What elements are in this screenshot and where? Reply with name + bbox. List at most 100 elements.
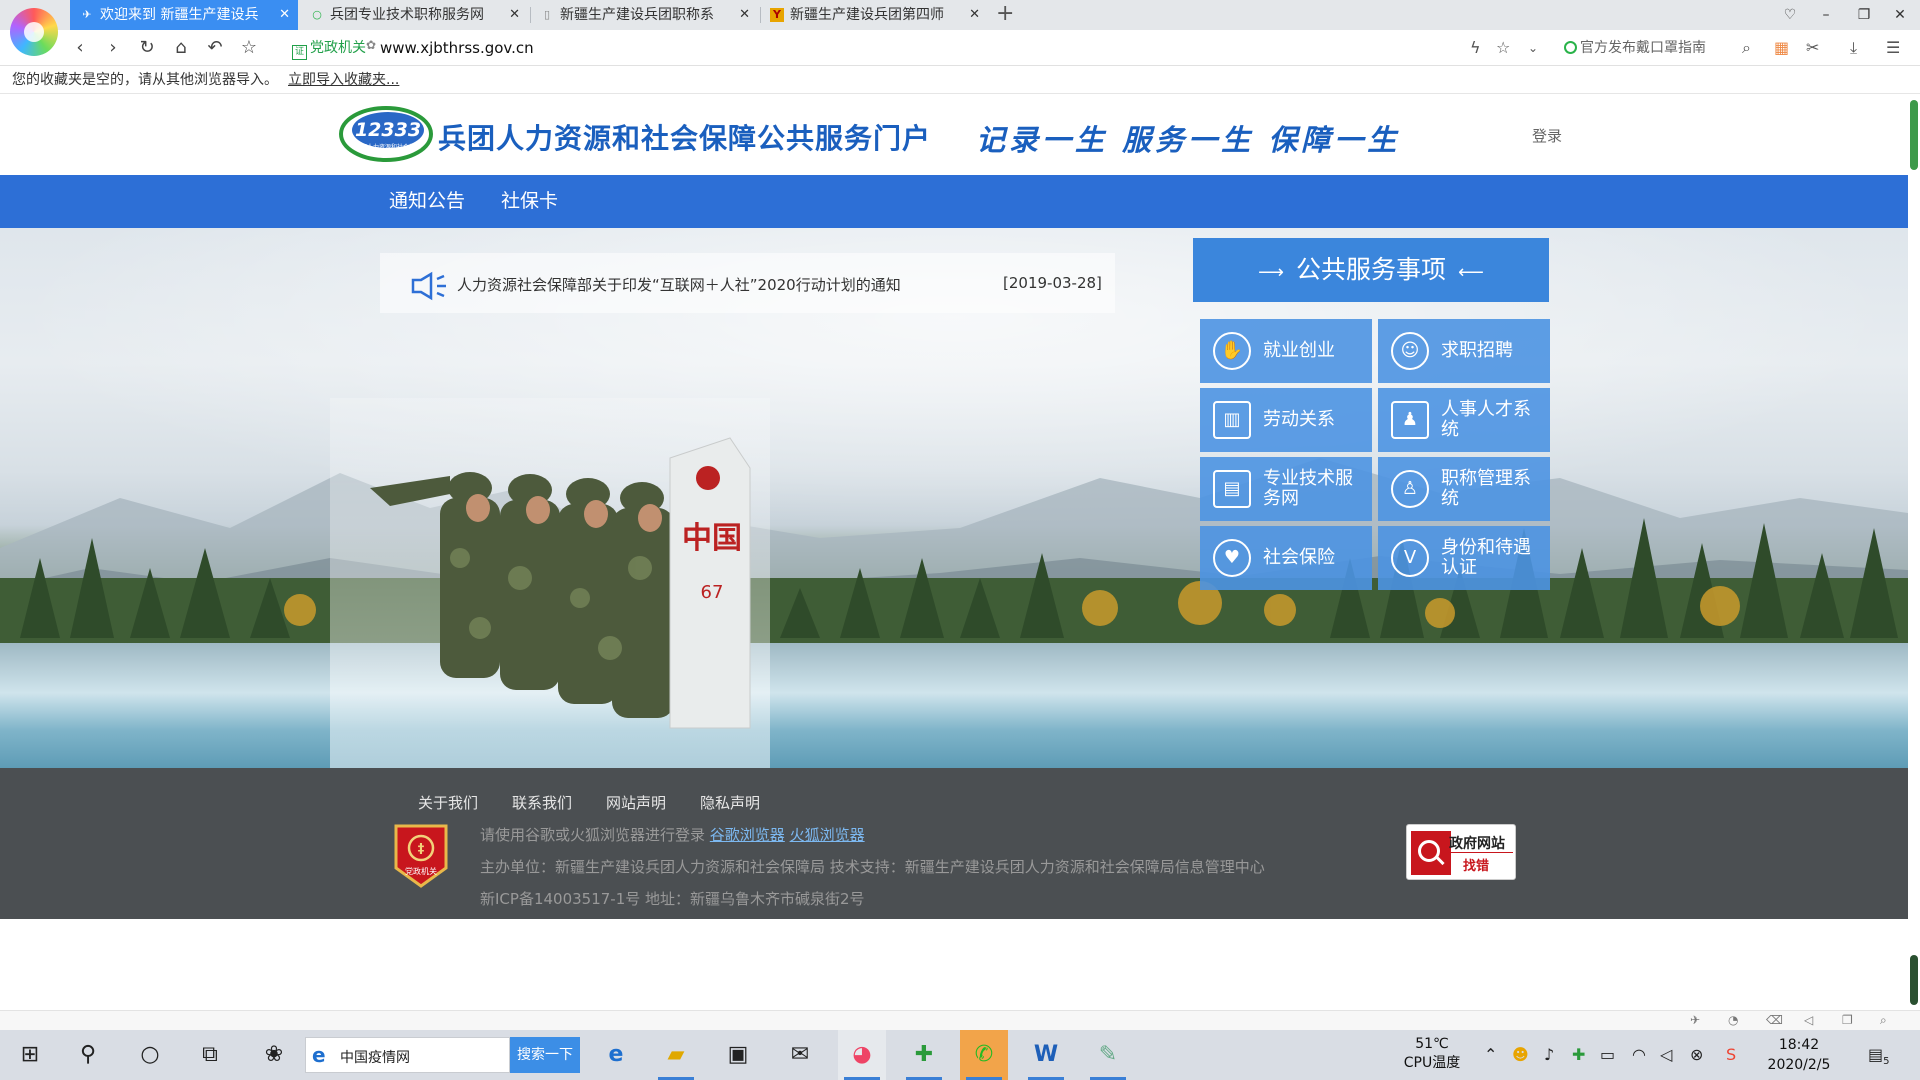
- forward-icon[interactable]: ›: [101, 36, 125, 60]
- security-app-icon[interactable]: ✚: [900, 1030, 948, 1080]
- app-launcher-icon[interactable]: ❀: [250, 1030, 298, 1080]
- tab-title: 兵团专业技术职称服务网: [330, 7, 484, 23]
- favorites-bar: 您的收藏夹是空的，请从其他浏览器导入。 立即导入收藏夹...: [0, 67, 1920, 94]
- store-icon[interactable]: ▣: [714, 1030, 762, 1080]
- tab-welcome[interactable]: ✈ 欢迎来到 新疆生产建设兵 ✕: [70, 0, 298, 30]
- word-icon[interactable]: W: [1022, 1030, 1070, 1080]
- volume-tray-icon[interactable]: ◁: [1660, 1044, 1672, 1066]
- nav-social-card[interactable]: 社保卡: [501, 175, 558, 228]
- nav-notices[interactable]: 通知公告: [389, 175, 465, 228]
- close-window-icon[interactable]: ✕: [1882, 0, 1918, 30]
- skin-icon[interactable]: ♡: [1772, 0, 1808, 30]
- home-icon[interactable]: ⌂: [169, 36, 193, 60]
- gov-site-error-report-button[interactable]: 政府网站 找错: [1406, 824, 1516, 880]
- cpu-temperature[interactable]: 51℃ CPU温度: [1400, 1035, 1464, 1073]
- footer-contact-link[interactable]: 联系我们: [512, 792, 572, 813]
- site-title[interactable]: 兵团人力资源和社会保障公共服务门户: [438, 117, 931, 157]
- news-title[interactable]: 人力资源社会保障部关于印发“互联网＋人社”2020行动计划的通知: [457, 274, 901, 295]
- file-explorer-icon[interactable]: ▰: [652, 1030, 700, 1080]
- security-tray-icon[interactable]: ✚: [1572, 1044, 1585, 1066]
- edge-browser-icon[interactable]: e: [592, 1030, 640, 1080]
- rocket-icon[interactable]: ✈: [1690, 1013, 1700, 1027]
- scroll-thumb[interactable]: [1910, 100, 1918, 170]
- service-talent-system[interactable]: ♟ 人事人才系统: [1378, 388, 1550, 452]
- refresh-icon[interactable]: ↻: [135, 36, 159, 60]
- gov-verified-badge[interactable]: 证党政机关: [292, 38, 366, 60]
- cortana-icon[interactable]: ○: [126, 1030, 174, 1080]
- windows-start-icon[interactable]: ⊞: [6, 1030, 54, 1080]
- scissors-icon[interactable]: ✂: [1806, 38, 1819, 58]
- tab-close-icon[interactable]: ✕: [969, 0, 980, 30]
- apps-grid-icon[interactable]: ▦: [1774, 38, 1789, 58]
- service-job-search[interactable]: ☺ 求职招聘: [1378, 319, 1550, 383]
- system-clock[interactable]: 18:42 2020/2/5: [1762, 1035, 1836, 1075]
- footer-statement-link[interactable]: 网站声明: [606, 792, 666, 813]
- browser-taskbar-icon[interactable]: ◕: [838, 1030, 886, 1080]
- service-title-management[interactable]: ♙ 职称管理系统: [1378, 457, 1550, 521]
- star-icon[interactable]: ☆: [237, 36, 261, 60]
- service-label: 人事人才系统: [1441, 399, 1531, 440]
- tab-title-system[interactable]: ▯ 新疆生产建设兵团职称系 ✕: [530, 0, 758, 30]
- volume-icon[interactable]: ◁: [1804, 1013, 1813, 1027]
- notification-center-icon[interactable]: ▤5: [1868, 1044, 1890, 1073]
- taskbar-search-value[interactable]: 中国疫情网: [340, 1047, 410, 1067]
- speed-icon[interactable]: ◔: [1728, 1013, 1738, 1027]
- mute-icon[interactable]: ⊗: [1690, 1044, 1703, 1066]
- maximize-icon[interactable]: ❐: [1846, 0, 1882, 30]
- tab-close-icon[interactable]: ✕: [739, 0, 750, 30]
- tab-professional[interactable]: ○ 兵团专业技术职称服务网 ✕: [300, 0, 528, 30]
- service-employment[interactable]: ✋ 就业创业: [1200, 319, 1372, 383]
- toolbar-notice-link[interactable]: 官方发布戴口罩指南: [1564, 38, 1706, 58]
- download-icon[interactable]: ⤓: [1850, 38, 1857, 58]
- minimize-icon[interactable]: –: [1808, 0, 1844, 30]
- site-info-icon[interactable]: ✿: [366, 38, 376, 52]
- tab-close-icon[interactable]: ✕: [279, 0, 290, 30]
- trash-icon[interactable]: ⌫: [1766, 1013, 1783, 1027]
- wechat-icon[interactable]: ✆: [960, 1030, 1008, 1080]
- service-labor-relations[interactable]: ▥ 劳动关系: [1200, 388, 1372, 452]
- window-icon[interactable]: ❐: [1842, 1013, 1853, 1027]
- chevron-down-icon[interactable]: ⌄: [1528, 38, 1538, 58]
- login-link[interactable]: 登录: [1532, 125, 1562, 146]
- sogou-ime-icon[interactable]: S: [1726, 1044, 1736, 1066]
- tab-close-icon[interactable]: ✕: [509, 0, 520, 30]
- lightning-icon[interactable]: ϟ: [1470, 38, 1481, 58]
- search-icon[interactable]: ⚲: [64, 1030, 112, 1080]
- page-scrollbar[interactable]: [1908, 95, 1920, 1010]
- new-tab-icon[interactable]: +: [996, 0, 1014, 30]
- cpu-temp-value: 51℃: [1415, 1036, 1449, 1052]
- service-identity-verification[interactable]: V 身份和待遇认证: [1378, 526, 1550, 590]
- footer-privacy-link[interactable]: 隐私声明: [700, 792, 760, 813]
- taskbar-search-box[interactable]: e 中国疫情网: [305, 1037, 510, 1073]
- search-icon[interactable]: ⌕: [1742, 38, 1751, 58]
- bell-icon[interactable]: ♪: [1544, 1044, 1554, 1066]
- browser-logo-icon[interactable]: [10, 8, 58, 56]
- service-professional-tech[interactable]: ▤ 专业技术服务网: [1200, 457, 1372, 521]
- chrome-link[interactable]: 谷歌浏览器: [710, 826, 785, 844]
- tray-expand-icon[interactable]: ⌃: [1484, 1044, 1497, 1066]
- menu-icon[interactable]: ☰: [1886, 38, 1900, 58]
- import-favorites-link[interactable]: 立即导入收藏夹...: [288, 72, 399, 88]
- qq-icon[interactable]: ☻: [1512, 1044, 1529, 1066]
- ie-icon: e: [312, 1043, 326, 1067]
- firefox-link[interactable]: 火狐浏览器: [790, 826, 865, 844]
- bookmark-star-icon[interactable]: ☆: [1496, 38, 1510, 58]
- arrow-right-icon: ⟶: [1258, 262, 1284, 283]
- news-ticker[interactable]: 人力资源社会保障部关于印发“互联网＋人社”2020行动计划的通知 [2019-0…: [380, 253, 1115, 313]
- mail-icon[interactable]: ✉: [776, 1030, 824, 1080]
- service-social-insurance[interactable]: ♥ 社会保险: [1200, 526, 1372, 590]
- tab-fourth-division[interactable]: Y 新疆生产建设兵团第四师 ✕: [760, 0, 988, 30]
- taskbar-search-button[interactable]: 搜索一下: [510, 1037, 580, 1073]
- battery-icon[interactable]: ▭: [1600, 1044, 1615, 1066]
- back-icon[interactable]: ‹: [68, 36, 92, 60]
- gov-agency-badge-icon[interactable]: ‡ 党政机关: [392, 822, 450, 890]
- undo-icon[interactable]: ↶: [203, 36, 227, 60]
- site-logo-icon[interactable]: 12333 兵团人力资源和社会保障: [338, 104, 434, 162]
- url-field[interactable]: www.xjbthrss.gov.cn: [380, 38, 534, 58]
- footer-about-link[interactable]: 关于我们: [418, 792, 478, 813]
- scroll-thumb-lower[interactable]: [1910, 955, 1918, 1005]
- task-view-icon[interactable]: ⧉: [186, 1030, 234, 1080]
- wifi-icon[interactable]: ◠: [1632, 1044, 1646, 1066]
- paint-icon[interactable]: ✎: [1084, 1030, 1132, 1080]
- zoom-icon[interactable]: ⌕: [1880, 1013, 1887, 1028]
